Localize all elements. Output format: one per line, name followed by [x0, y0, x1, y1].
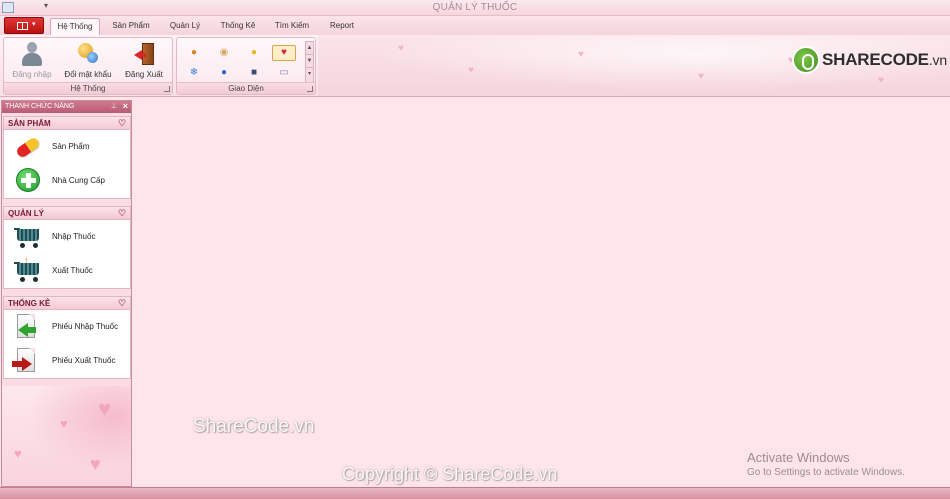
gallery-scrollbar[interactable]: ▲ ▼ ▾ — [305, 41, 314, 83]
login-label: Đăng nhập — [12, 70, 52, 79]
tab-tim-kiem[interactable]: Tìm Kiếm — [268, 18, 316, 35]
logout-button[interactable]: Đăng Xuất — [120, 40, 168, 84]
nav-item-label: Sản Phẩm — [52, 142, 90, 151]
nav-group-san-pham: SẢN PHẨM ♡ Sản Phẩm Nhà Cung Cấp — [3, 116, 131, 199]
document-import-icon — [14, 314, 42, 340]
skin-gallery: ● ◉ ● ♥ ❄ ● ■ ▭ — [180, 43, 304, 81]
cart-in-icon — [14, 224, 42, 250]
change-password-button[interactable]: Đổi mật khẩu — [60, 40, 116, 84]
nav-item-san-pham[interactable]: Sản Phẩm — [4, 130, 130, 164]
activate-subtitle: Go to Settings to activate Windows. — [747, 467, 905, 478]
nav-item-label: Phiếu Xuất Thuốc — [52, 356, 116, 365]
application-menu-button[interactable]: ▾ — [4, 17, 44, 34]
change-password-icon — [78, 43, 98, 65]
document-export-icon — [12, 348, 42, 374]
collapse-heart-icon[interactable]: ♡ — [117, 208, 127, 218]
activate-windows-notice: Activate Windows Go to Settings to activ… — [747, 450, 905, 478]
group-launcher-icon[interactable] — [307, 86, 313, 92]
group-launcher-icon[interactable] — [164, 86, 170, 92]
heart-icon: ♥ — [60, 416, 68, 431]
heart-icon: ♥ — [468, 65, 474, 76]
title-bar: ▾ QUẢN LÝ THUỐC — [0, 0, 950, 16]
collapse-heart-icon[interactable]: ♡ — [117, 298, 127, 308]
heart-icon: ♥ — [14, 446, 22, 461]
panel-decoration: ♥ ♥ ♥ ♥ — [2, 386, 131, 486]
nav-item-nha-cung-cap[interactable]: Nhà Cung Cấp — [4, 164, 130, 198]
nav-group-caption[interactable]: QUẢN LÝ ♡ — [4, 207, 130, 220]
logo-brand: SHARECODE — [822, 50, 929, 69]
sharecode-badge-icon — [792, 46, 820, 74]
nav-group-thong-ke: THỐNG KÊ ♡ Phiếu Nhập Thuốc Phiếu Xuất Th… — [3, 296, 131, 379]
nav-item-label: Nhà Cung Cấp — [52, 176, 105, 185]
blue-apple-skin-icon[interactable]: ● — [212, 65, 236, 81]
heart-icon: ♥ — [398, 43, 404, 54]
heart-icon: ♥ — [98, 396, 112, 421]
nav-group-caption[interactable]: SẢN PHẨM ♡ — [4, 117, 130, 130]
nav-caption-text: THỐNG KÊ — [8, 299, 51, 308]
ribbon-tab-row: ▾ Hệ Thống Sản Phẩm Quản Lý Thống Kê Tìm… — [0, 16, 950, 35]
pin-icon[interactable]: ⊥ — [111, 102, 117, 110]
logo-text: SHARECODE.vn — [822, 50, 947, 70]
user-login-icon — [22, 42, 42, 66]
tab-quan-ly[interactable]: Quản Lý — [162, 18, 208, 35]
chevron-down-icon: ▾ — [32, 21, 36, 28]
cart-out-icon: ↑ — [14, 255, 42, 284]
heart-icon: ♥ — [578, 49, 584, 60]
nav-item-label: Nhập Thuốc — [52, 232, 96, 241]
tab-thong-ke[interactable]: Thống Kê — [214, 18, 262, 35]
window-title: QUẢN LÝ THUỐC — [432, 2, 518, 13]
menu-grid-icon — [17, 22, 28, 30]
change-password-label: Đổi mật khẩu — [64, 70, 112, 79]
gallery-scroll-up-icon[interactable]: ▲ — [306, 42, 313, 55]
login-button[interactable]: Đăng nhập — [6, 40, 58, 84]
logout-door-icon — [134, 43, 154, 65]
close-icon[interactable]: × — [123, 101, 128, 111]
copyright-watermark: Copyright © ShareCode.vn — [342, 464, 558, 484]
tab-he-thong[interactable]: Hệ Thống — [50, 18, 100, 35]
panel-header: THANH CHỨC NĂNG ⊥ × — [2, 101, 131, 113]
gold-skin-icon[interactable]: ● — [242, 45, 266, 61]
nav-group-caption[interactable]: THỐNG KÊ ♡ — [4, 297, 130, 310]
activate-title: Activate Windows — [747, 450, 850, 465]
heart-icon: ♥ — [698, 71, 704, 82]
nav-item-phieu-nhap-thuoc[interactable]: Phiếu Nhập Thuốc — [4, 310, 130, 344]
heart-icon: ♥ — [90, 454, 101, 474]
valentine-skin-icon[interactable]: ♥ — [272, 45, 296, 61]
nav-item-nhap-thuoc[interactable]: Nhập Thuốc — [4, 220, 130, 254]
sharecode-watermark: ShareCode.vn — [193, 416, 315, 437]
pill-capsule-icon — [14, 134, 42, 160]
dark-blue-skin-icon[interactable]: ■ — [242, 65, 266, 81]
tab-san-pham[interactable]: Sản Phẩm — [106, 18, 156, 35]
green-plus-icon — [14, 168, 42, 194]
ribbon: ♥ ♥ ♥ ♥ ♥ ♥ Đăng nhập Đổi mật khẩu Đăng … — [0, 35, 950, 97]
ribbon-group-system: Đăng nhập Đổi mật khẩu Đăng Xuất Hệ Thốn… — [3, 37, 173, 95]
ribbon-group-theme: ● ◉ ● ♥ ❄ ● ■ ▭ ▲ ▼ ▾ Giao Diện — [176, 37, 316, 95]
lilian-skin-icon[interactable]: ▭ — [272, 65, 296, 81]
logo-suffix: .vn — [928, 52, 947, 68]
pumpkin-skin-icon[interactable]: ● — [182, 45, 206, 61]
nav-caption-text: QUẢN LÝ — [8, 209, 44, 218]
status-bar — [0, 487, 950, 499]
nav-item-phieu-xuat-thuoc[interactable]: Phiếu Xuất Thuốc — [4, 344, 130, 378]
gallery-expand-icon[interactable]: ▾ — [306, 68, 313, 81]
gallery-scroll-down-icon[interactable]: ▼ — [306, 55, 313, 68]
nav-item-xuat-thuoc[interactable]: ↑ Xuất Thuốc — [4, 254, 130, 288]
ribbon-group-label-theme: Giao Diện — [177, 82, 315, 94]
panel-title: THANH CHỨC NĂNG — [5, 103, 75, 110]
nav-group-quan-ly: QUẢN LÝ ♡ Nhập Thuốc ↑ Xuất Thuốc — [3, 206, 131, 289]
tab-report[interactable]: Report — [322, 18, 362, 35]
caramel-skin-icon[interactable]: ◉ — [212, 45, 236, 61]
nav-item-label: Xuất Thuốc — [52, 266, 93, 275]
nav-item-label: Phiếu Nhập Thuốc — [52, 322, 119, 331]
ribbon-group-label-system: Hệ Thống — [4, 82, 172, 94]
collapse-heart-icon[interactable]: ♡ — [117, 118, 127, 128]
snowflake-skin-icon[interactable]: ❄ — [182, 65, 206, 81]
heart-icon: ♥ — [878, 75, 884, 86]
nav-caption-text: SẢN PHẨM — [8, 119, 51, 128]
logout-label: Đăng Xuất — [125, 70, 163, 79]
side-panel: ♥ ♥ ♥ ♥ THANH CHỨC NĂNG ⊥ × SẢN PHẨM ♡ Sả… — [1, 100, 132, 487]
